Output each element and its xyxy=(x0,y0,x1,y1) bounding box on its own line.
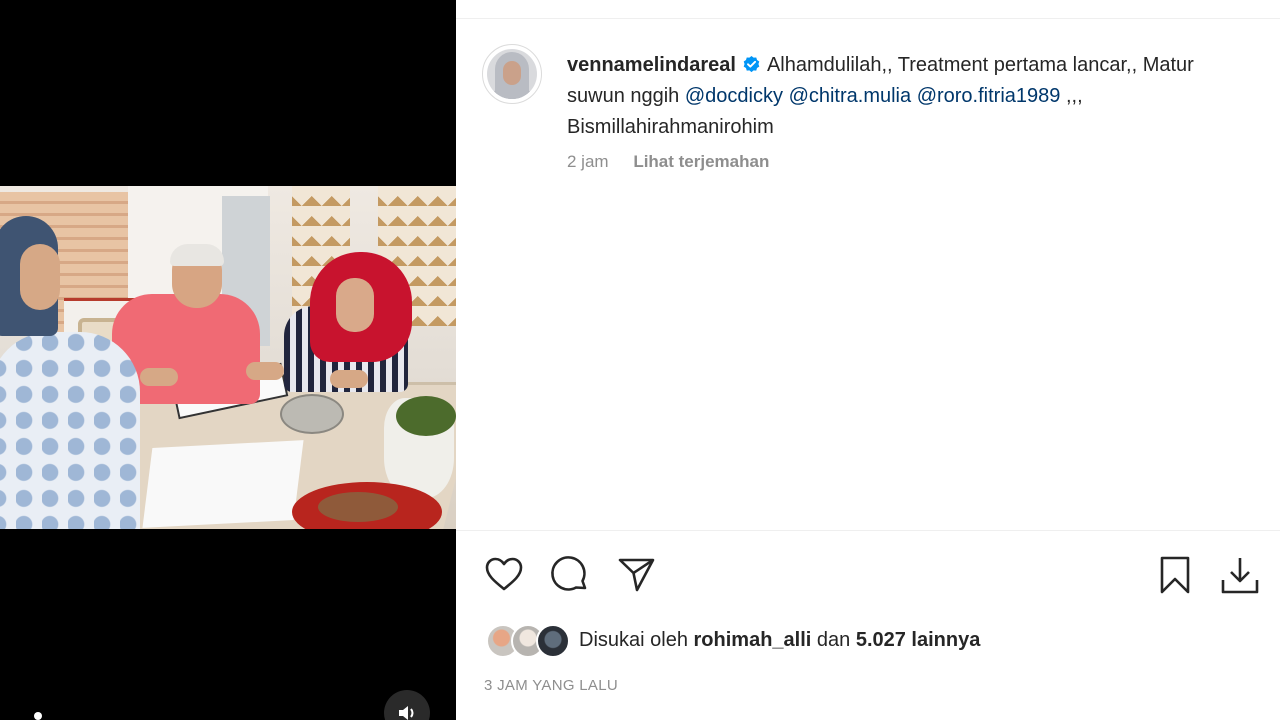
scene-hand xyxy=(330,370,368,388)
send-icon xyxy=(618,558,655,592)
scene-bowl xyxy=(280,394,344,434)
mention-link[interactable]: @chitra.mulia xyxy=(789,85,912,107)
bookmark-icon xyxy=(1160,556,1190,594)
speaker-icon xyxy=(399,706,414,720)
likes-connector: dan xyxy=(816,629,851,651)
likes-text: Disukai oleh rohimah_alli dan 5.027 lain… xyxy=(579,629,980,652)
scene-person-batik xyxy=(0,332,140,529)
comment-icon xyxy=(551,556,587,591)
author-username[interactable]: vennamelindareal xyxy=(567,54,736,76)
download-button[interactable] xyxy=(1220,555,1260,595)
scene-plant-leaves xyxy=(396,396,456,436)
post-caption: vennamelindareal Alhamdulilah,, Treatmen… xyxy=(567,50,1257,143)
author-avatar[interactable] xyxy=(482,44,542,104)
scene-paper xyxy=(142,440,304,528)
scene-person-pink-cap xyxy=(170,244,224,266)
comment-button[interactable] xyxy=(550,555,590,595)
post-timestamp: 3 JAM YANG LALU xyxy=(484,677,618,694)
scene-hand xyxy=(246,362,284,380)
mention-link[interactable]: @docdicky xyxy=(685,85,783,107)
scene-cup-drink xyxy=(318,492,398,522)
caption-meta: 2 jam Lihat terjemahan xyxy=(567,152,769,172)
divider xyxy=(456,18,1280,19)
verified-badge-icon xyxy=(743,55,760,73)
likes-count-link[interactable]: 5.027 lainnya xyxy=(856,629,981,651)
like-button[interactable] xyxy=(484,555,524,595)
share-button[interactable] xyxy=(616,555,656,595)
likes-prefix: Disukai oleh xyxy=(579,629,688,651)
mention-link[interactable]: @roro.fitria1989 xyxy=(917,85,1061,107)
save-button[interactable] xyxy=(1155,555,1195,595)
scene-hand xyxy=(140,368,178,386)
caption-time: 2 jam xyxy=(567,152,609,171)
translate-link[interactable]: Lihat terjemahan xyxy=(633,152,769,171)
audio-toggle-button[interactable] xyxy=(384,690,430,720)
scene-person-red-face xyxy=(336,278,374,332)
likes-user-link[interactable]: rohimah_alli xyxy=(694,629,812,651)
heart-icon xyxy=(485,557,523,591)
post-media[interactable] xyxy=(0,0,456,720)
avatar-photo xyxy=(487,49,537,99)
liker-avatar[interactable] xyxy=(536,624,570,658)
scene-person-batik-face xyxy=(20,244,60,310)
avatar-face xyxy=(503,61,521,85)
post-video-frame[interactable] xyxy=(0,186,456,529)
video-progress-dot xyxy=(34,712,42,720)
divider xyxy=(456,530,1280,531)
download-icon xyxy=(1221,558,1259,594)
post-details-panel: vennamelindareal Alhamdulilah,, Treatmen… xyxy=(456,0,1280,720)
